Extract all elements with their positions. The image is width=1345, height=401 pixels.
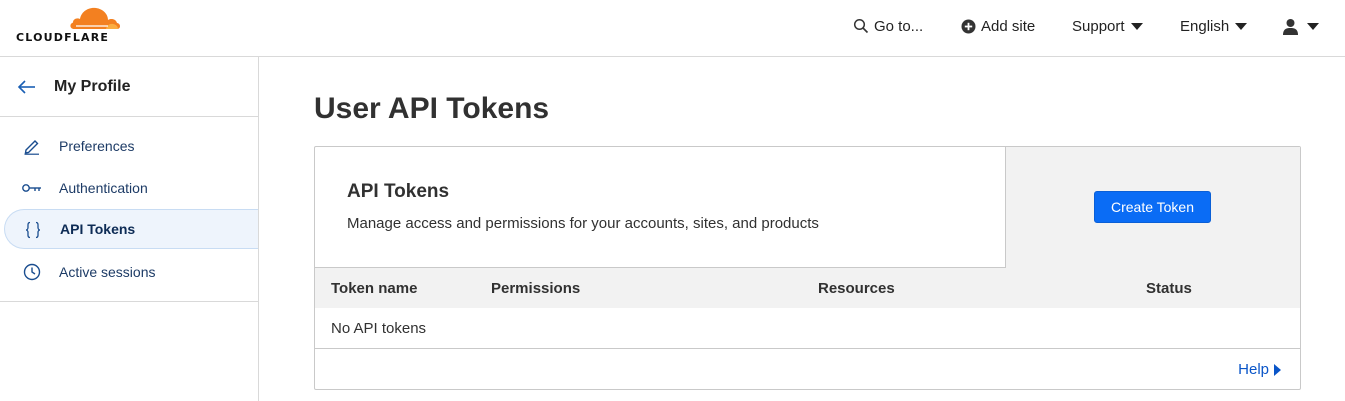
- help-link[interactable]: Help: [1238, 361, 1281, 378]
- cloudflare-logo[interactable]: CLOUDFLARE: [16, 5, 124, 45]
- sidebar-item-label: Authentication: [59, 180, 148, 196]
- plus-circle-icon: [961, 19, 976, 33]
- goto-search-button[interactable]: Go to...: [853, 16, 923, 36]
- page-title: User API Tokens: [314, 92, 550, 125]
- create-token-button[interactable]: Create Token: [1094, 191, 1211, 223]
- goto-label: Go to...: [874, 17, 924, 35]
- support-dropdown[interactable]: Support: [1072, 16, 1143, 36]
- sidebar-item-label: Preferences: [59, 138, 135, 154]
- language-label: English: [1180, 17, 1230, 35]
- sidebar-item-label: API Tokens: [60, 221, 136, 237]
- sidebar-item-api-tokens[interactable]: API Tokens: [4, 209, 258, 249]
- braces-icon: [23, 220, 43, 240]
- top-navigation-bar: CLOUDFLARE Go to... Add site Support Eng…: [0, 0, 1345, 57]
- sidebar-item-active-sessions[interactable]: Active sessions: [4, 252, 258, 292]
- key-icon: [22, 178, 42, 198]
- panel-header: API Tokens Manage access and permissions…: [315, 147, 1300, 268]
- sidebar-header: My Profile: [0, 57, 258, 117]
- chevron-down-icon: [1235, 22, 1248, 30]
- panel-intro: API Tokens Manage access and permissions…: [315, 147, 1006, 268]
- add-site-label: Add site: [981, 17, 1036, 35]
- sidebar-title: My Profile: [54, 78, 131, 95]
- sidebar-item-label: Active sessions: [59, 264, 156, 280]
- search-icon: [853, 18, 869, 34]
- panel-heading: API Tokens: [347, 181, 450, 202]
- column-header-permissions[interactable]: Permissions: [491, 280, 580, 297]
- profile-sidebar: My Profile Preferences Authentication AP…: [0, 57, 259, 401]
- help-label: Help: [1238, 361, 1269, 378]
- empty-table-message: No API tokens: [331, 320, 427, 337]
- table-row: No API tokens: [315, 308, 1300, 349]
- pencil-icon: [22, 136, 42, 156]
- sidebar-item-authentication[interactable]: Authentication: [4, 168, 258, 208]
- user-menu-dropdown[interactable]: [1282, 16, 1319, 36]
- chevron-down-icon: [1307, 22, 1319, 30]
- sidebar-item-preferences[interactable]: Preferences: [4, 126, 258, 166]
- sidebar-divider: [0, 301, 258, 302]
- logo-wordmark: CLOUDFLARE: [16, 31, 110, 44]
- panel-actions: Create Token: [1006, 147, 1300, 268]
- add-site-button[interactable]: Add site: [961, 16, 1035, 36]
- back-arrow-icon[interactable]: [16, 77, 38, 97]
- api-tokens-panel: API Tokens Manage access and permissions…: [314, 146, 1301, 390]
- cloud-logo-icon: [70, 7, 120, 29]
- tokens-table-header: Token name Permissions Resources Status: [315, 268, 1300, 308]
- language-dropdown[interactable]: English: [1180, 16, 1248, 36]
- caret-right-icon: [1274, 363, 1281, 376]
- user-icon: [1283, 18, 1298, 35]
- clock-icon: [22, 262, 42, 282]
- chevron-down-icon: [1130, 22, 1143, 30]
- panel-description: Manage access and permissions for your a…: [347, 215, 819, 232]
- support-label: Support: [1072, 17, 1125, 35]
- column-header-status[interactable]: Status: [1146, 280, 1192, 297]
- column-header-resources[interactable]: Resources: [818, 280, 895, 297]
- column-header-token-name[interactable]: Token name: [331, 280, 417, 297]
